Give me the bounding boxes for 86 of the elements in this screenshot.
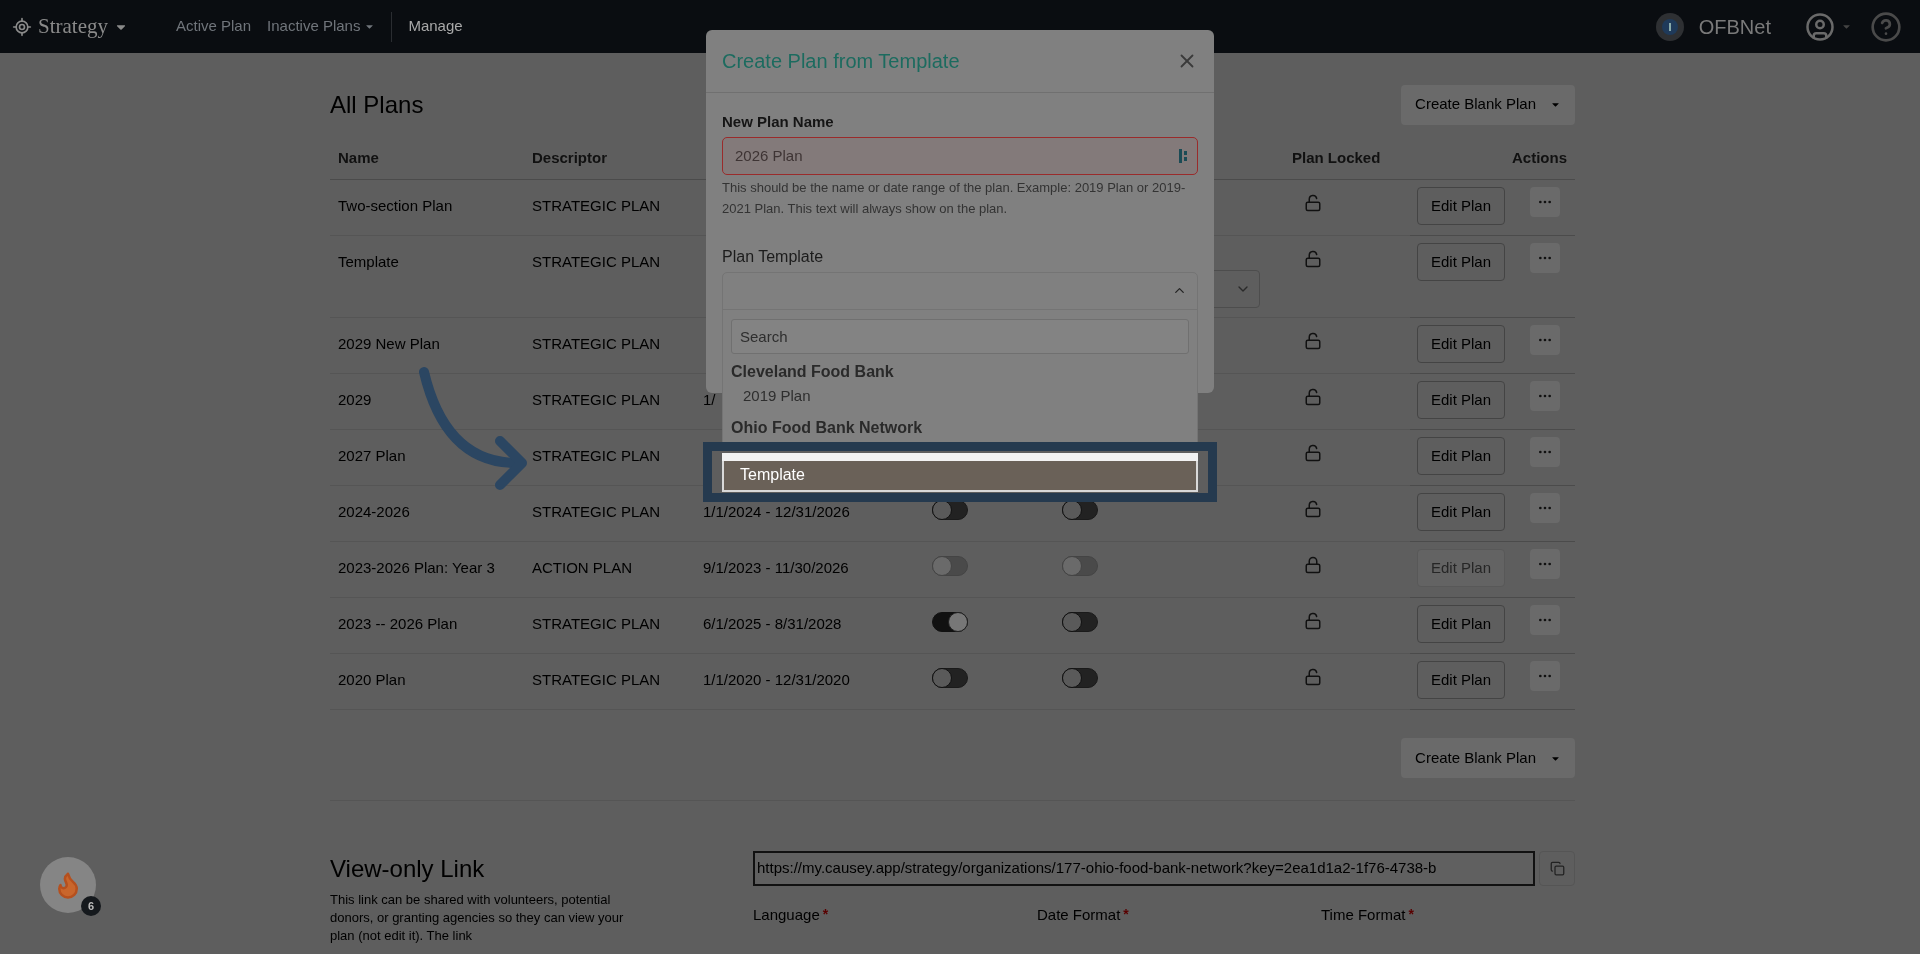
field-label: Time Format <box>1321 905 1406 925</box>
plan-dates: 1/1/2020 - 12/31/2020 <box>703 671 850 688</box>
help-text: This should be the name or date range of the plan. Example: 2019 Plan or 2019-2021 Plan. This text will always show on the plan. <box>722 178 1187 218</box>
plan-descriptor: STRATEGIC PLAN <box>532 197 661 214</box>
field-label: Plan Template <box>722 246 825 267</box>
notification-count: 6 <box>81 896 101 916</box>
plan-descriptor: STRATEGIC PLAN <box>532 447 661 464</box>
column-header: Plan Locked <box>1292 148 1381 169</box>
edit-plan-button[interactable]: Edit Plan <box>1416 381 1505 419</box>
toggle-switch[interactable] <box>932 668 968 688</box>
plan-name: 2024-2026 <box>338 503 410 520</box>
toggle-switch[interactable] <box>1062 668 1098 688</box>
plan-descriptor: STRATEGIC PLAN <box>532 335 661 352</box>
avatar-icon[interactable] <box>1805 11 1835 42</box>
plan-dates: 6/1/2025 - 8/31/2028 <box>703 615 842 632</box>
create-plan-button[interactable]: Create Blank Plan <box>1401 738 1575 778</box>
create-plan-button[interactable]: Create Blank Plan <box>1401 84 1575 125</box>
copy-icon <box>1549 861 1565 876</box>
plan-name: Template <box>338 253 399 270</box>
more-actions-button[interactable] <box>1530 381 1560 411</box>
edit-plan-button[interactable]: Edit Plan <box>1416 661 1505 699</box>
page-title: All Plans <box>330 89 424 120</box>
plan-dates: 9/1/2023 - 11/30/2026 <box>703 559 849 576</box>
nav-link[interactable]: Active Plan <box>168 15 260 38</box>
toggle-switch[interactable] <box>1062 612 1098 632</box>
field-label: Date Format <box>1037 905 1121 925</box>
modal-title: Create Plan from Template <box>722 49 960 74</box>
org-name[interactable]: OFBNet <box>1698 11 1771 42</box>
plan-dates: 1/ <box>703 391 716 408</box>
nav-link[interactable]: Inactive Plans <box>259 15 384 38</box>
edit-plan-button[interactable]: Edit Plan <box>1416 493 1505 531</box>
info-badge-icon[interactable] <box>1654 11 1685 42</box>
option-group-heading: Cleveland Food Bank <box>731 361 895 382</box>
edit-plan-button[interactable]: Edit Plan <box>1416 325 1505 363</box>
column-header: Name <box>338 148 379 169</box>
plan-name: 2029 <box>338 391 372 408</box>
required-mark: * <box>1408 905 1414 924</box>
more-actions-button[interactable] <box>1530 605 1560 635</box>
field-tool-icon[interactable] <box>1179 148 1188 163</box>
more-actions-button[interactable] <box>1530 325 1560 355</box>
required-mark: * <box>822 905 829 924</box>
toggle-switch[interactable] <box>1062 500 1098 520</box>
field-label: New Plan Name <box>722 112 835 132</box>
plan-name: 2023-2026 Plan: Year 3 <box>338 559 495 576</box>
section-description: This link can be shared with volunteers, potential donors, or granting agencies so they can view your plan (not edit it). The link <box>330 891 625 945</box>
plan-dates: 1/1/2024 - 12/31/2026 <box>703 503 850 520</box>
brand-name[interactable]: Strategy <box>38 10 108 43</box>
plan-name: 2029 New Plan <box>338 335 440 352</box>
option-group-heading: Ohio Food Bank Network <box>731 417 924 438</box>
column-header: Actions <box>1512 148 1567 169</box>
helper-avatar[interactable] <box>40 857 96 913</box>
more-actions-button[interactable] <box>1530 187 1560 217</box>
plan-descriptor: STRATEGIC PLAN <box>532 671 661 688</box>
required-mark: * <box>1123 905 1129 924</box>
plan-descriptor: STRATEGIC PLAN <box>532 503 661 520</box>
section-title: View-only Link <box>330 854 486 884</box>
plan-name-input[interactable]: 2026 Plan <box>722 136 1198 175</box>
edit-plan-button[interactable]: Edit Plan <box>1416 187 1505 225</box>
search-field[interactable]: Search <box>731 318 1189 354</box>
plan-descriptor: ACTION PLAN <box>532 559 633 576</box>
more-actions-button[interactable] <box>1530 493 1560 523</box>
field-label: Language <box>753 905 820 925</box>
more-actions-button[interactable] <box>1530 549 1560 579</box>
crosshair-icon <box>12 16 32 37</box>
plan-descriptor: STRATEGIC PLAN <box>532 615 661 632</box>
more-actions-button[interactable] <box>1530 437 1560 467</box>
plan-name: Two-section Plan <box>338 197 453 214</box>
plan-name: 2020 Plan <box>338 671 406 688</box>
toggle-switch[interactable] <box>932 612 968 632</box>
column-header: Descriptor <box>532 148 608 169</box>
help-icon[interactable] <box>1870 10 1902 43</box>
nav-link[interactable]: Manage <box>400 15 471 38</box>
plan-name: 2027 Plan <box>338 447 406 464</box>
toggle-switch[interactable] <box>932 500 968 520</box>
plan-descriptor: STRATEGIC PLAN <box>532 253 661 270</box>
plan-descriptor: STRATEGIC PLAN <box>532 391 661 408</box>
dropdown-option[interactable]: 2019 Plan <box>731 383 1189 410</box>
edit-plan-button[interactable]: Edit Plan <box>1416 437 1505 475</box>
edit-plan-button[interactable]: Edit Plan <box>1416 243 1505 281</box>
edit-plan-button[interactable]: Edit Plan <box>1416 605 1505 643</box>
dropdown-option[interactable]: Template <box>722 460 1198 492</box>
url-field[interactable]: https://my.causey.app/strategy/organizations/177-ohio-food-bank-network?key=2ea1d1a2-1f76-4738-b <box>753 851 1535 886</box>
plan-name: 2023 -- 2026 Plan <box>338 615 458 632</box>
more-actions-button[interactable] <box>1530 243 1560 273</box>
more-actions-button[interactable] <box>1530 661 1560 691</box>
copy-button[interactable] <box>1539 851 1575 886</box>
